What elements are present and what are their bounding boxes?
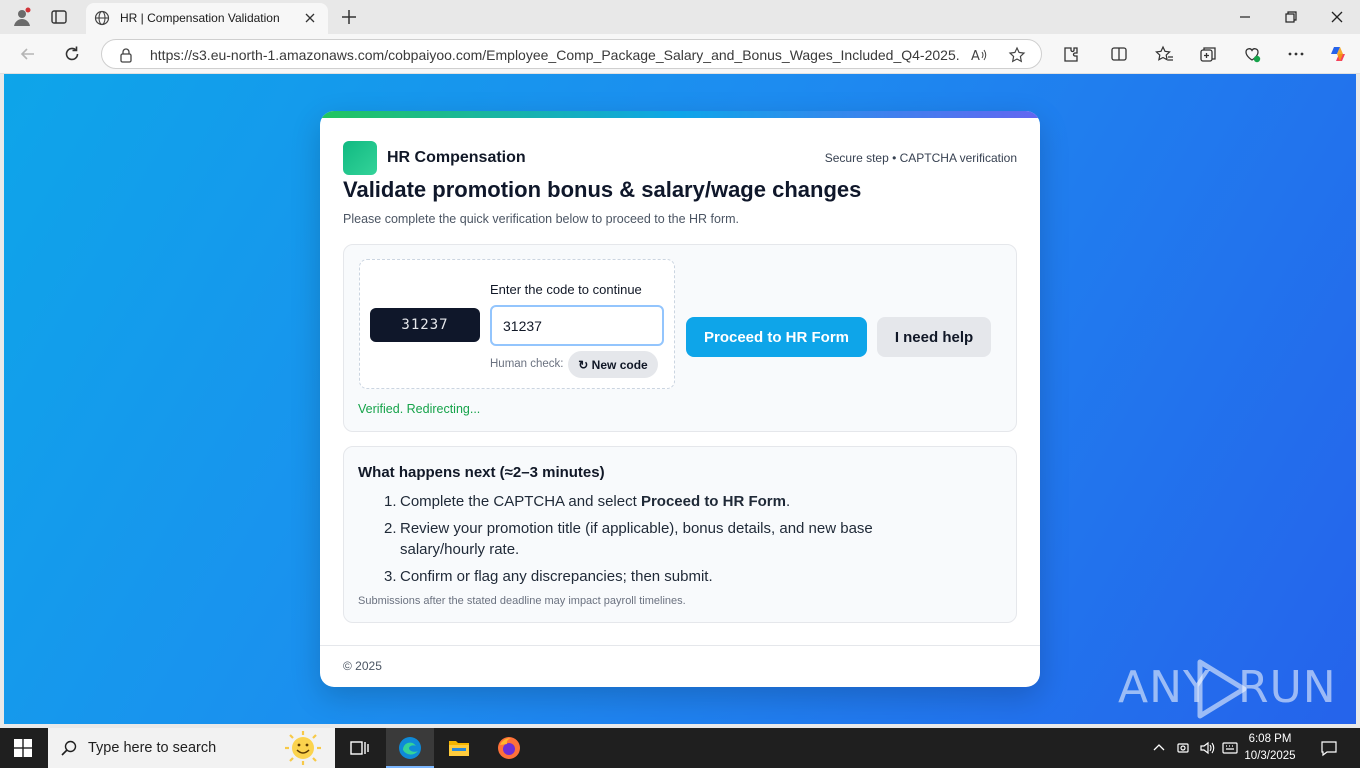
step-item: 3. Confirm or flag any discrepancies; th… [384,566,944,587]
firefox-icon [498,737,520,759]
page-title: Validate promotion bonus & salary/wage c… [343,177,862,202]
minimize-icon[interactable] [1236,8,1254,26]
step-text: Complete the CAPTCHA and select [400,493,641,510]
taskbar-clock[interactable]: 6:08 PM 10/3/2025 [1238,731,1302,765]
site-info-icon[interactable] [118,47,134,63]
taskbar-edge[interactable] [386,728,434,768]
volume-icon[interactable] [1199,740,1215,756]
search-icon [61,740,77,756]
copilot-icon[interactable] [1328,44,1348,64]
browser-essentials-icon[interactable] [1242,44,1262,64]
step-text-bold: Proceed to HR Form [640,493,786,510]
step-number: 3. [384,568,397,585]
step-text-end: . [785,493,791,510]
keyboard-icon[interactable] [1222,740,1238,756]
restore-icon[interactable] [1282,8,1300,26]
refresh-icon[interactable] [62,44,82,64]
taskbar-firefox[interactable] [485,728,533,768]
task-view-icon [350,741,369,755]
code-input-label: Enter the code to continue [490,282,642,297]
card-accent-strip [320,111,1040,118]
watermark-text-right: RUN [1238,662,1337,713]
task-view-button[interactable] [336,728,384,768]
close-window-icon[interactable] [1328,8,1346,26]
windows-start-icon[interactable] [14,739,32,757]
step-item: 1. Complete the CAPTCHA and select Proce… [384,491,944,512]
help-button[interactable]: I need help [877,317,991,357]
verification-panel: 31237 Enter the code to continue Human c… [343,244,1017,432]
active-tab[interactable]: HR | Compensation Validation [86,3,328,34]
status-message: Verified. Redirecting... [358,402,481,416]
brand-logo [343,141,377,175]
steps-list: 1. Complete the CAPTCHA and select Proce… [384,491,944,593]
step-number: 1. [384,493,397,510]
split-screen-icon[interactable] [1109,44,1129,64]
address-toolbar: https://s3.eu-north-1.amazonaws.com/cobp… [0,34,1360,74]
clock-time: 6:08 PM [1248,733,1292,745]
show-hidden-icons-icon[interactable] [1151,740,1167,756]
favorite-star-icon[interactable] [1008,46,1026,64]
url-text[interactable]: https://s3.eu-north-1.amazonaws.com/cobp… [150,47,960,63]
extensions-icon[interactable] [1061,44,1081,64]
secure-step-label: Secure step • CAPTCHA verification [824,151,1017,165]
url-bar[interactable]: https://s3.eu-north-1.amazonaws.com/cobp… [101,39,1042,69]
svg-text:A: A [971,49,980,64]
edge-icon [399,737,421,759]
step-item: 2. Review your promotion title (if appli… [384,518,944,560]
step-number: 2. [384,520,397,537]
next-steps-title: What happens next (≈2–3 minutes) [358,464,605,481]
profile-icon[interactable] [12,7,32,27]
new-tab-icon[interactable] [339,7,359,27]
collections-icon[interactable] [1198,44,1218,64]
close-tab-icon[interactable] [302,10,318,26]
taskbar-search[interactable]: Type here to search [48,728,335,768]
next-steps-panel: What happens next (≈2–3 minutes) 1. Comp… [343,446,1017,623]
anyrun-watermark: ANY RUN [1118,654,1336,724]
proceed-button[interactable]: Proceed to HR Form [686,317,867,357]
globe-icon [94,10,110,26]
windows-taskbar: Type here to search 6:08 PM 10/3/2025 [0,728,1360,768]
human-check-label: Human check: [490,358,564,370]
weather-sun-icon [285,731,321,765]
taskbar-file-explorer[interactable] [435,728,483,768]
back-icon[interactable] [18,44,38,64]
new-code-button[interactable]: ↻ New code [568,351,658,378]
footer-divider [320,645,1040,646]
step-text: Review your promotion title (if applicab… [400,520,873,558]
captcha-code: 31237 [370,308,480,342]
tab-actions-icon[interactable] [50,8,68,26]
network-icon[interactable] [1176,740,1192,756]
captcha-input[interactable] [490,305,664,346]
notifications-icon[interactable] [1320,739,1338,757]
step-text: Confirm or flag any discrepancies; then … [400,568,713,585]
brand-name: HR Compensation [387,149,526,166]
page-viewport: HR Compensation Secure step • CAPTCHA ve… [4,74,1356,724]
clock-date: 10/3/2025 [1244,750,1296,762]
folder-icon [449,741,469,756]
copyright: © 2025 [343,659,382,673]
more-options-icon[interactable] [1286,44,1306,64]
read-aloud-icon[interactable]: A [970,46,988,64]
captcha-box: 31237 Enter the code to continue Human c… [359,259,675,389]
window-frame-right [1356,74,1360,724]
favorites-icon[interactable] [1154,44,1174,64]
verification-card: HR Compensation Secure step • CAPTCHA ve… [320,111,1040,687]
tab-title: HR | Compensation Validation [120,11,280,25]
deadline-note: Submissions after the stated deadline ma… [358,595,686,607]
page-subtitle: Please complete the quick verification b… [343,212,740,226]
search-placeholder: Type here to search [88,740,217,756]
browser-tab-bar: HR | Compensation Validation [0,0,1360,34]
